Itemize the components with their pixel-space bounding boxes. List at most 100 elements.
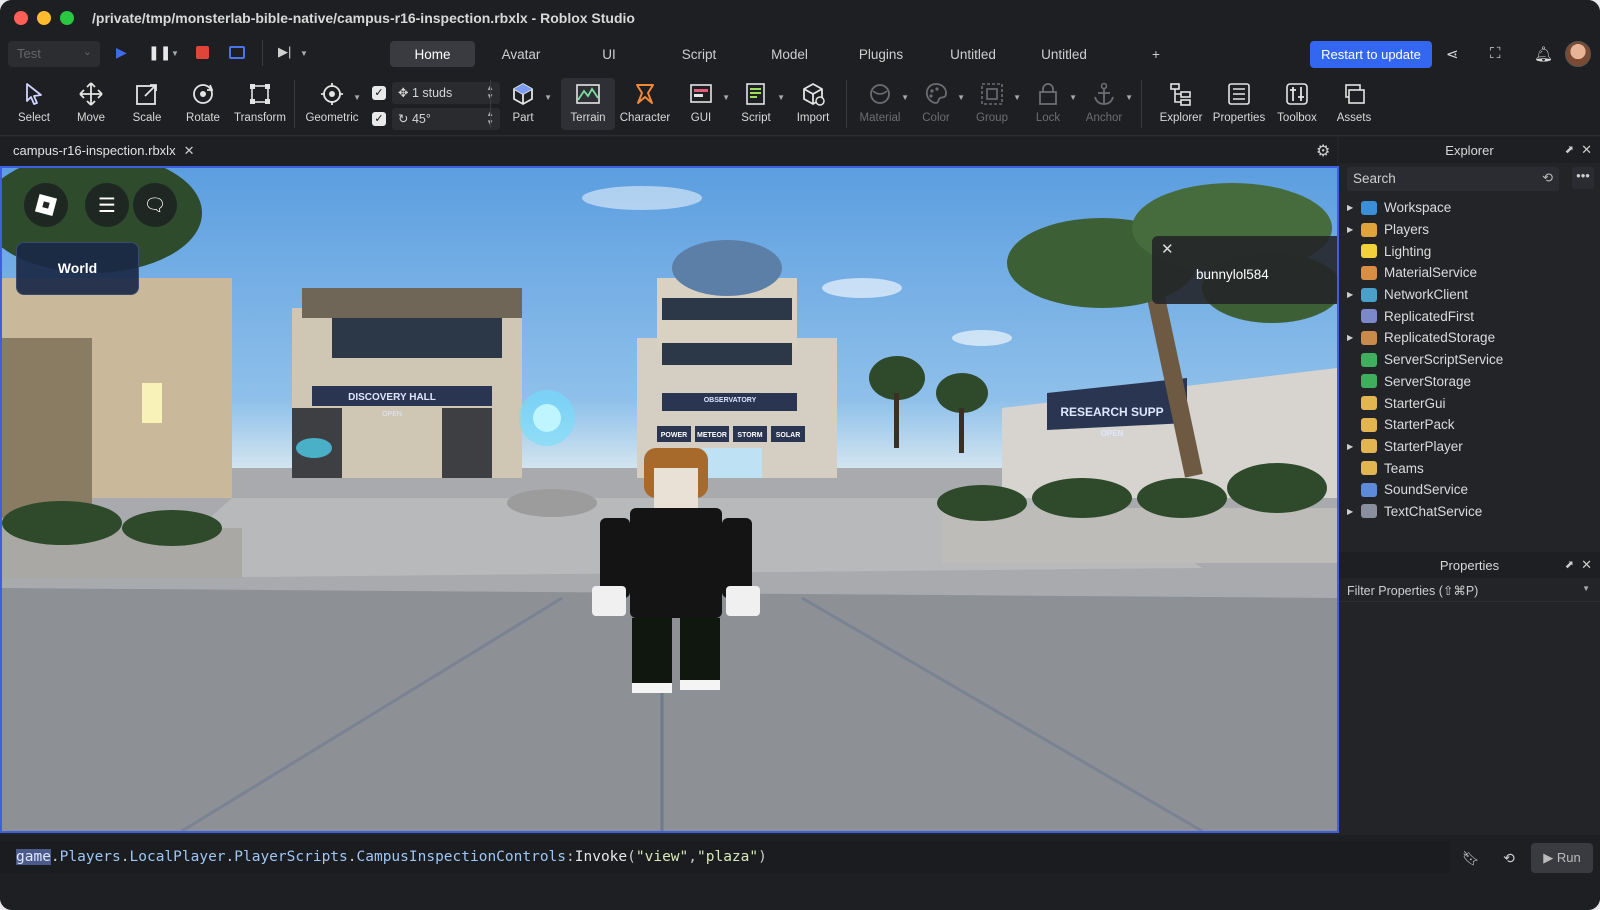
group-tool[interactable]: Group ▼: [965, 78, 1021, 124]
hamburger-menu-button[interactable]: ☰: [85, 183, 129, 227]
explorer-item[interactable]: Teams: [1339, 457, 1600, 479]
script-tool[interactable]: Script ▼: [729, 78, 785, 124]
move-snap-checkbox[interactable]: ✓: [372, 86, 386, 100]
explorer-item[interactable]: StarterPack: [1339, 414, 1600, 436]
expand-arrow-icon[interactable]: ▶: [1347, 290, 1361, 299]
game-viewport[interactable]: DISCOVERY HALL OPEN OBSERVATORY POWER ME…: [0, 166, 1339, 833]
chevron-down-icon[interactable]: ▼: [957, 93, 965, 102]
close-icon[interactable]: ✕: [1581, 142, 1592, 158]
explorer-item[interactable]: ServerStorage: [1339, 371, 1600, 393]
undock-icon[interactable]: ⬈: [1565, 558, 1574, 571]
explorer-item[interactable]: MaterialService: [1339, 262, 1600, 284]
filter-properties-input[interactable]: Filter Properties (⇧⌘P) ▼: [1339, 578, 1600, 602]
chevron-down-icon[interactable]: ▼: [1125, 93, 1133, 102]
transform-tool[interactable]: Transform: [233, 78, 287, 124]
close-icon[interactable]: ✕: [184, 143, 195, 158]
chat-button[interactable]: 🗨︎: [133, 183, 177, 227]
close-icon[interactable]: ✕: [1581, 557, 1592, 573]
zoom-window-button[interactable]: [60, 11, 74, 25]
chevron-down-icon[interactable]: ▼: [300, 49, 308, 58]
document-tab[interactable]: campus-r16-inspection.rbxlx ✕: [5, 137, 202, 165]
character-tool[interactable]: Character: [618, 78, 672, 124]
bookmark-icon[interactable]: 🔖︎: [1458, 845, 1484, 871]
lock-tool[interactable]: Lock ▼: [1021, 78, 1077, 124]
explorer-item[interactable]: Lighting: [1339, 240, 1600, 262]
geometric-tool[interactable]: Geometric ▼: [305, 78, 361, 124]
chevron-down-icon[interactable]: ▼: [544, 93, 552, 102]
assets-tool[interactable]: Assets: [1327, 78, 1381, 124]
add-tab-button[interactable]: +: [1112, 41, 1200, 67]
tab-plugins[interactable]: Plugins: [832, 41, 930, 67]
share-icon[interactable]: ⋖: [1446, 45, 1459, 63]
tab-home[interactable]: Home: [390, 41, 475, 67]
toolbox-tool[interactable]: Toolbox: [1270, 78, 1324, 124]
history-icon[interactable]: ⟲: [1542, 170, 1553, 186]
chevron-down-icon[interactable]: ▼: [1069, 93, 1077, 102]
color-tool[interactable]: Color ▼: [909, 78, 965, 124]
more-options-button[interactable]: •••: [1572, 167, 1594, 189]
chevron-down-icon[interactable]: ▼: [901, 93, 909, 102]
rotate-snap-checkbox[interactable]: ✓: [372, 112, 386, 126]
import-tool[interactable]: Import: [786, 78, 840, 124]
roblox-menu-button[interactable]: [24, 183, 68, 227]
world-button[interactable]: World: [16, 242, 139, 295]
tab-script[interactable]: Script: [651, 41, 747, 67]
mode-select[interactable]: Test ⌄: [8, 41, 100, 67]
expand-arrow-icon[interactable]: ▶: [1347, 507, 1361, 516]
bell-icon[interactable]: 🔔︎: [1534, 45, 1553, 63]
terrain-tool[interactable]: Terrain: [561, 78, 615, 130]
client-server-icon[interactable]: [229, 46, 245, 59]
tab-untitled-1[interactable]: Untitled: [930, 41, 1016, 67]
command-input[interactable]: game.Players.LocalPlayer.PlayerScripts.C…: [0, 841, 1450, 873]
explorer-item[interactable]: ▶ StarterPlayer: [1339, 436, 1600, 458]
explorer-item[interactable]: ReplicatedFirst: [1339, 305, 1600, 327]
explorer-item[interactable]: ▶ ReplicatedStorage: [1339, 327, 1600, 349]
explorer-item[interactable]: ▶ TextChatService: [1339, 501, 1600, 523]
minimize-window-button[interactable]: [37, 11, 51, 25]
tab-ui[interactable]: UI: [567, 41, 651, 67]
close-window-button[interactable]: [14, 11, 28, 25]
history-icon[interactable]: ⟲: [1496, 845, 1522, 871]
properties-tool[interactable]: Properties: [1212, 78, 1266, 124]
explorer-item[interactable]: StarterGui: [1339, 392, 1600, 414]
chevron-down-icon[interactable]: ▼: [171, 49, 179, 58]
select-tool[interactable]: Select: [7, 78, 61, 124]
explorer-item[interactable]: SoundService: [1339, 479, 1600, 501]
expand-arrow-icon[interactable]: ▶: [1347, 333, 1361, 342]
move-snap-field[interactable]: ✥ 1 studs ▲▼: [392, 82, 500, 104]
part-tool[interactable]: Part ▼: [496, 78, 552, 124]
explorer-item[interactable]: ▶ Workspace: [1339, 197, 1600, 219]
stop-icon[interactable]: [196, 46, 209, 59]
avatar[interactable]: [1565, 41, 1591, 67]
chevron-down-icon[interactable]: ▼: [353, 93, 361, 102]
expand-arrow-icon[interactable]: ▶: [1347, 203, 1361, 212]
tab-untitled-2[interactable]: Untitled: [1016, 41, 1112, 67]
chevron-down-icon[interactable]: ▼: [1013, 93, 1021, 102]
explorer-tool[interactable]: Explorer: [1154, 78, 1208, 124]
explorer-item[interactable]: ▶ Players: [1339, 219, 1600, 241]
explorer-item[interactable]: ServerScriptService: [1339, 349, 1600, 371]
gear-icon[interactable]: ⚙: [1316, 141, 1330, 161]
restart-to-update-button[interactable]: Restart to update: [1310, 41, 1432, 68]
expand-arrow-icon[interactable]: ▶: [1347, 442, 1361, 451]
explorer-search-input[interactable]: Search ⟲: [1347, 167, 1559, 191]
anchor-tool[interactable]: Anchor ▼: [1077, 78, 1133, 124]
gui-tool[interactable]: GUI ▼: [674, 78, 730, 124]
scale-tool[interactable]: Scale: [120, 78, 174, 124]
rotate-tool[interactable]: Rotate: [176, 78, 230, 124]
play-icon[interactable]: ▶: [116, 44, 127, 61]
pause-icon[interactable]: ❚❚: [148, 44, 171, 61]
undock-icon[interactable]: ⬈: [1565, 143, 1574, 156]
tab-model[interactable]: Model: [747, 41, 832, 67]
explorer-item[interactable]: ▶ NetworkClient: [1339, 284, 1600, 306]
material-tool[interactable]: Material ▼: [853, 78, 909, 124]
move-tool[interactable]: Move: [64, 78, 118, 124]
step-icon[interactable]: ▶|: [278, 44, 291, 60]
rotate-snap-field[interactable]: ↻ 45° ▲▼: [392, 108, 500, 130]
collaborate-icon[interactable]: ⛶: [1490, 45, 1501, 62]
close-icon[interactable]: ✕: [1161, 240, 1174, 258]
expand-arrow-icon[interactable]: ▶: [1347, 225, 1361, 234]
chevron-down-icon[interactable]: ▼: [777, 93, 785, 102]
tab-avatar[interactable]: Avatar: [475, 41, 567, 67]
chevron-down-icon[interactable]: ▼: [1582, 584, 1590, 593]
